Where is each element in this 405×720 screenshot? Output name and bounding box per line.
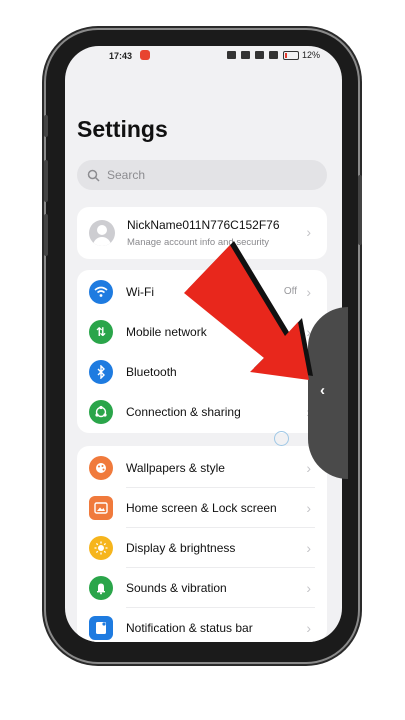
- settings-item-label: Mobile network: [126, 325, 207, 339]
- settings-item-sounds-vibration[interactable]: Sounds & vibration ›: [77, 568, 327, 608]
- settings-item-home-lock-screen[interactable]: Home screen & Lock screen ›: [77, 488, 327, 528]
- display-card: Wallpapers & style › Home screen & Lock …: [77, 446, 327, 642]
- battery-icon: [282, 50, 299, 60]
- phone-side-button: [44, 214, 48, 256]
- bluetooth-icon: [89, 360, 113, 384]
- account-name: NickName011N776C152F76: [127, 218, 280, 232]
- settings-item-bluetooth[interactable]: Bluetooth ›: [77, 352, 327, 392]
- page-title: Settings: [77, 116, 168, 142]
- sound-icon: [89, 576, 113, 600]
- connection-sharing-icon: [89, 400, 113, 424]
- chevron-right-icon: ›: [306, 460, 311, 476]
- wifi-status-value: Off: [283, 286, 297, 297]
- settings-item-label: Sounds & vibration: [126, 581, 227, 595]
- wallpaper-icon: [89, 456, 113, 480]
- search-placeholder: Search: [107, 168, 146, 182]
- settings-item-wifi[interactable]: Wi-Fi Off ›: [77, 272, 327, 312]
- settings-item-notification-status-bar[interactable]: Notification & status bar ›: [77, 608, 327, 642]
- chevron-left-icon: ‹: [320, 382, 325, 399]
- settings-item-display-brightness[interactable]: Display & brightness ›: [77, 528, 327, 568]
- settings-item-wallpapers[interactable]: Wallpapers & style ›: [77, 448, 327, 488]
- notification-app-icon: [140, 50, 150, 60]
- phone-screen: 17:43 12% Settings Search NickName011N77…: [65, 46, 342, 642]
- signal-icon: [254, 51, 264, 59]
- avatar: [89, 220, 115, 246]
- battery-level: 12%: [301, 50, 320, 60]
- status-icons: 12%: [226, 50, 320, 60]
- settings-item-label: Display & brightness: [126, 541, 236, 555]
- side-panel-handle[interactable]: ‹: [308, 307, 348, 479]
- signal-icon: [268, 51, 278, 59]
- search-input[interactable]: Search: [77, 160, 327, 190]
- chevron-right-icon: ›: [306, 620, 311, 636]
- wifi-icon: [89, 280, 113, 304]
- headphone-icon: [226, 51, 236, 59]
- chevron-right-icon: ›: [306, 224, 311, 240]
- phone-side-button: [44, 115, 48, 137]
- settings-item-connection-sharing[interactable]: Connection & sharing ›: [77, 392, 327, 432]
- chevron-right-icon: ›: [306, 500, 311, 516]
- settings-item-label: Wi-Fi: [126, 285, 154, 299]
- brightness-icon: [89, 536, 113, 560]
- status-time: 17:43: [109, 51, 133, 61]
- mobile-network-icon: ⇅: [89, 320, 113, 344]
- battery: 12%: [282, 50, 320, 60]
- settings-item-label: Wallpapers & style: [126, 461, 225, 475]
- account-card[interactable]: NickName011N776C152F76 Manage account in…: [77, 207, 327, 259]
- status-bar: 17:43 12%: [65, 46, 342, 68]
- notification-icon: [89, 616, 113, 640]
- connections-card: Wi-Fi Off › ⇅ Mobile network › Bluetooth…: [77, 270, 327, 433]
- chevron-right-icon: ›: [306, 540, 311, 556]
- settings-item-label: Bluetooth: [126, 365, 177, 379]
- home-screen-icon: [89, 496, 113, 520]
- phone-side-button: [44, 160, 48, 202]
- account-subtitle: Manage account info and security: [127, 237, 270, 248]
- phone-power-button: [358, 175, 362, 245]
- wifi-off-icon: [240, 51, 250, 59]
- search-icon: [87, 169, 100, 182]
- chevron-right-icon: ›: [306, 580, 311, 596]
- settings-item-label: Notification & status bar: [126, 621, 253, 635]
- settings-item-label: Home screen & Lock screen: [126, 501, 277, 515]
- settings-item-mobile-network[interactable]: ⇅ Mobile network ›: [77, 312, 327, 352]
- settings-item-label: Connection & sharing: [126, 405, 241, 419]
- touch-indicator: [274, 431, 289, 446]
- chevron-right-icon: ›: [306, 284, 311, 300]
